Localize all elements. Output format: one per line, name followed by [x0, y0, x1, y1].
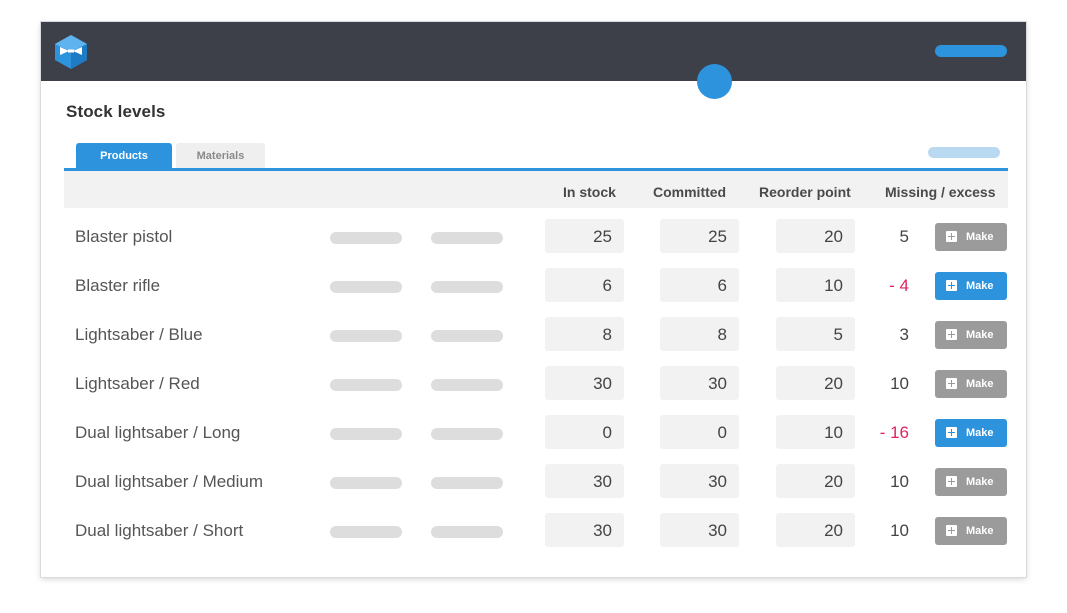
missing-excess-value: 10 [890, 472, 909, 491]
committed-value: 25 [660, 219, 739, 253]
make-button[interactable]: Make [935, 272, 1007, 300]
plus-icon [946, 329, 957, 340]
column-header-committed[interactable]: Committed [653, 184, 726, 200]
missing-excess-value: 5 [899, 227, 909, 246]
make-button-label: Make [966, 427, 994, 439]
in-stock-value: 25 [545, 219, 624, 253]
in-stock-value: 6 [545, 268, 624, 302]
user-menu-pill[interactable] [935, 45, 1007, 57]
placeholder-bar [330, 281, 402, 293]
product-name[interactable]: Dual lightsaber / Short [75, 521, 243, 541]
placeholder-bar [431, 477, 503, 489]
missing-excess-value: - 16 [879, 423, 909, 442]
make-button-label: Make [966, 378, 994, 390]
placeholder-bar [330, 428, 402, 440]
committed-value: 30 [660, 366, 739, 400]
product-name[interactable]: Dual lightsaber / Long [75, 423, 240, 443]
missing-excess-value: 10 [890, 521, 909, 540]
table-row: Dual lightsaber / Short 30 30 20 10 Make [41, 508, 1026, 557]
make-button[interactable]: Make [935, 517, 1007, 545]
filter-pill[interactable] [928, 147, 1000, 158]
in-stock-value: 30 [545, 366, 624, 400]
committed-value: 30 [660, 513, 739, 547]
placeholder-bar [431, 232, 503, 244]
plus-icon [946, 476, 957, 487]
reorder-point-value: 5 [776, 317, 855, 351]
product-name[interactable]: Lightsaber / Red [75, 374, 200, 394]
committed-value: 8 [660, 317, 739, 351]
placeholder-bar [431, 526, 503, 538]
reorder-point-value: 20 [776, 366, 855, 400]
product-name[interactable]: Blaster pistol [75, 227, 172, 247]
committed-value: 0 [660, 415, 739, 449]
in-stock-value: 8 [545, 317, 624, 351]
make-button[interactable]: Make [935, 419, 1007, 447]
in-stock-value: 0 [545, 415, 624, 449]
make-button[interactable]: Make [935, 468, 1007, 496]
placeholder-bar [330, 330, 402, 342]
make-button-label: Make [966, 329, 994, 341]
page-title: Stock levels [66, 102, 166, 121]
make-button[interactable]: Make [935, 321, 1007, 349]
reorder-point-value: 20 [776, 513, 855, 547]
top-bar [41, 22, 1026, 81]
table-row: Lightsaber / Red 30 30 20 10 Make [41, 361, 1026, 410]
reorder-point-value: 10 [776, 415, 855, 449]
make-button-label: Make [966, 231, 994, 243]
tab-materials[interactable]: Materials [176, 143, 265, 168]
product-name[interactable]: Lightsaber / Blue [75, 325, 203, 345]
table-row: Lightsaber / Blue 8 8 5 3 Make [41, 312, 1026, 361]
table-row: Dual lightsaber / Long 0 0 10 - 16 Make [41, 410, 1026, 459]
plus-icon [946, 378, 957, 389]
make-button[interactable]: Make [935, 223, 1007, 251]
logo-icon[interactable] [54, 34, 88, 70]
plus-icon [946, 280, 957, 291]
missing-excess-value: 3 [899, 325, 909, 344]
placeholder-bar [431, 281, 503, 293]
status-dot [697, 64, 732, 99]
tab-products[interactable]: Products [76, 143, 172, 168]
column-header-reorder-point[interactable]: Reorder point [759, 184, 851, 200]
placeholder-bar [431, 428, 503, 440]
make-button-label: Make [966, 525, 994, 537]
plus-icon [946, 525, 957, 536]
table-header: In stock Committed Reorder point Missing… [64, 171, 1008, 208]
table-row: Blaster pistol 25 25 20 5 Make [41, 214, 1026, 263]
make-button[interactable]: Make [935, 370, 1007, 398]
plus-icon [946, 231, 957, 242]
reorder-point-value: 20 [776, 464, 855, 498]
placeholder-bar [431, 379, 503, 391]
missing-excess-value: 10 [890, 374, 909, 393]
column-header-missing-excess[interactable]: Missing / excess [885, 184, 996, 200]
table-row: Blaster rifle 6 6 10 - 4 Make [41, 263, 1026, 312]
make-button-label: Make [966, 280, 994, 292]
plus-icon [946, 427, 957, 438]
in-stock-value: 30 [545, 464, 624, 498]
missing-excess-value: - 4 [889, 276, 909, 295]
column-header-in-stock[interactable]: In stock [563, 184, 616, 200]
committed-value: 6 [660, 268, 739, 302]
in-stock-value: 30 [545, 513, 624, 547]
make-button-label: Make [966, 476, 994, 488]
product-name[interactable]: Dual lightsaber / Medium [75, 472, 263, 492]
reorder-point-value: 10 [776, 268, 855, 302]
table-row: Dual lightsaber / Medium 30 30 20 10 Make [41, 459, 1026, 508]
placeholder-bar [330, 379, 402, 391]
placeholder-bar [431, 330, 503, 342]
app-window: Stock levels Products Materials In stock… [41, 22, 1026, 577]
product-name[interactable]: Blaster rifle [75, 276, 160, 296]
placeholder-bar [330, 526, 402, 538]
reorder-point-value: 20 [776, 219, 855, 253]
placeholder-bar [330, 232, 402, 244]
placeholder-bar [330, 477, 402, 489]
committed-value: 30 [660, 464, 739, 498]
